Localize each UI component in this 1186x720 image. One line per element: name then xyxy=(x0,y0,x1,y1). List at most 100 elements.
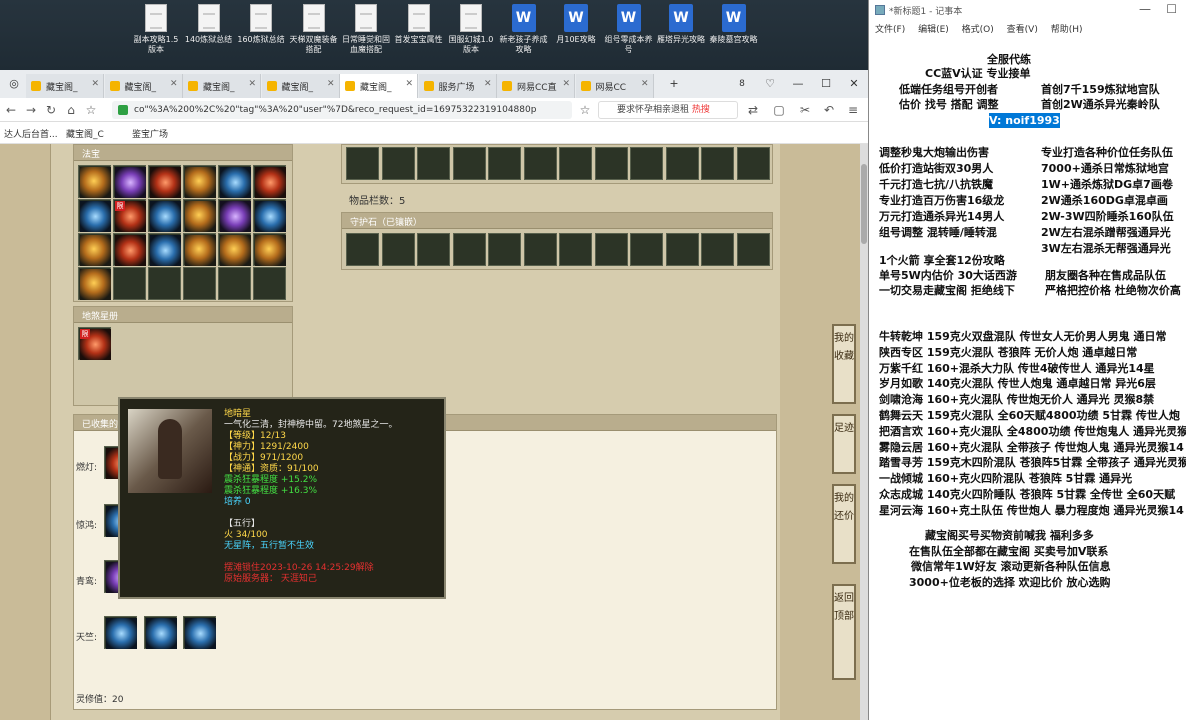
collected-slot[interactable] xyxy=(104,616,137,649)
inventory-slot[interactable] xyxy=(417,147,450,180)
menu-view[interactable]: 查看(V) xyxy=(1007,25,1038,35)
desktop-icon[interactable]: W 雁塔异光攻略 xyxy=(655,4,707,45)
treasure-slot[interactable] xyxy=(78,165,111,198)
collected-slot[interactable] xyxy=(183,616,216,649)
guard-stone-slot[interactable] xyxy=(559,233,592,266)
desktop-icon[interactable]: 160炼狱总结 xyxy=(235,4,287,45)
back-icon[interactable]: ← xyxy=(2,101,20,119)
screenshot-icon[interactable]: ▢ xyxy=(770,101,788,119)
treasure-slot[interactable] xyxy=(78,267,111,300)
desktop-icon[interactable]: 日常睡觉和固血魔搭配 xyxy=(340,4,392,55)
browser-tab[interactable]: 藏宝阁_ ✕ xyxy=(26,74,104,98)
minimize-button[interactable]: — xyxy=(784,70,812,98)
inventory-slot[interactable] xyxy=(701,147,734,180)
menu-file[interactable]: 文件(F) xyxy=(875,25,905,35)
star-icon[interactable]: ☆ xyxy=(82,101,100,119)
bookmark-jianbao[interactable]: 鉴宝广场 xyxy=(132,127,168,140)
desktop-icon[interactable]: 首发宝宝属性 xyxy=(393,4,445,45)
treasure-slot[interactable] xyxy=(218,233,251,266)
inventory-slot[interactable] xyxy=(630,147,663,180)
page-scrollbar[interactable] xyxy=(860,144,868,720)
tab-close-icon[interactable]: ✕ xyxy=(641,79,649,89)
browser-tab[interactable]: 藏宝阁_ ✕ xyxy=(261,74,340,98)
inventory-slot[interactable] xyxy=(523,147,557,180)
guard-stone-slot[interactable] xyxy=(381,233,415,266)
my-favorites-button[interactable]: 我的收藏 xyxy=(832,324,856,404)
treasure-slot[interactable] xyxy=(183,233,216,266)
bookmark-star-icon[interactable]: ☆ xyxy=(576,101,594,119)
desktop-icon[interactable]: W 组号零成本养号 xyxy=(603,4,655,55)
treasure-slot[interactable] xyxy=(113,233,146,266)
guard-stone-slot[interactable] xyxy=(346,233,379,266)
scrollbar-thumb[interactable] xyxy=(861,164,867,244)
treasure-slot[interactable] xyxy=(218,267,251,300)
treasure-slot[interactable] xyxy=(253,267,286,300)
treasure-slot[interactable] xyxy=(183,267,216,300)
tab-close-icon[interactable]: ✕ xyxy=(170,79,178,89)
browser-tab[interactable]: 网易CC ✕ xyxy=(575,74,654,98)
treasure-slot[interactable] xyxy=(78,233,111,266)
new-tab-button[interactable]: + xyxy=(660,70,688,98)
guard-stone-slot[interactable] xyxy=(417,233,450,266)
tab-close-icon[interactable]: ✕ xyxy=(562,79,570,89)
pin-icon[interactable]: ♡ xyxy=(756,70,784,98)
url-input[interactable]: co"%3A%200%2C%20"tag"%3A%20"user"%7D&rec… xyxy=(112,101,572,119)
desktop-icon[interactable]: W 秦陵墓宫攻略 xyxy=(708,4,760,45)
tab-close-icon[interactable]: ✕ xyxy=(327,79,335,89)
menu-format[interactable]: 格式(O) xyxy=(962,25,994,35)
browser-tab[interactable]: 藏宝阁_ ✕ xyxy=(340,74,418,98)
bookmark-cangbaoge[interactable]: 藏宝阁_C xyxy=(66,127,104,140)
forward-icon[interactable]: → xyxy=(22,101,40,119)
treasure-slot[interactable] xyxy=(183,199,216,232)
undo-icon[interactable]: ↶ xyxy=(820,101,838,119)
footprint-button[interactable]: 足迹 xyxy=(832,414,856,474)
reload-icon[interactable]: ↻ xyxy=(42,101,60,119)
browser-tab[interactable]: 藏宝阁_ ✕ xyxy=(183,74,261,98)
treasure-slot[interactable] xyxy=(113,165,146,198)
guard-stone-slot[interactable] xyxy=(736,233,770,266)
inventory-slot[interactable] xyxy=(594,147,628,180)
inventory-slot[interactable] xyxy=(452,147,486,180)
guard-stone-slot[interactable] xyxy=(488,233,521,266)
treasure-slot[interactable] xyxy=(183,165,216,198)
treasure-slot[interactable] xyxy=(253,233,286,266)
tab-close-icon[interactable]: ✕ xyxy=(484,79,492,89)
desktop-icon[interactable]: 副本攻略1.5版本 xyxy=(130,4,182,55)
inventory-slot[interactable] xyxy=(381,147,415,180)
desktop-icon[interactable]: 国服幻城1.0版本 xyxy=(445,4,497,55)
browser-tab[interactable]: 网易CC直 ✕ xyxy=(497,74,575,98)
browser-tab[interactable]: 藏宝阁_ ✕ xyxy=(104,74,183,98)
tab-close-icon[interactable]: ✕ xyxy=(91,79,99,89)
desktop-icon[interactable]: W 新老孩子养成攻略 xyxy=(498,4,550,55)
guard-stone-slot[interactable] xyxy=(665,233,699,266)
desktop-icon[interactable]: 140炼狱总结 xyxy=(183,4,235,45)
close-button[interactable]: ✕ xyxy=(840,70,868,98)
inventory-slot[interactable] xyxy=(665,147,699,180)
treasure-slot[interactable] xyxy=(253,199,286,232)
back-to-top-button[interactable]: 返回顶部 xyxy=(832,584,856,680)
search-input[interactable]: 要求怀孕相亲退租 热搜 xyxy=(598,101,738,119)
treasure-slot[interactable] xyxy=(218,199,251,232)
inventory-slot[interactable] xyxy=(559,147,592,180)
inventory-slot[interactable] xyxy=(736,147,770,180)
inventory-slot[interactable] xyxy=(346,147,379,180)
treasure-slot[interactable] xyxy=(78,199,111,232)
guard-stone-slot[interactable] xyxy=(630,233,663,266)
inventory-slot[interactable] xyxy=(488,147,521,180)
guard-stone-slot[interactable] xyxy=(523,233,557,266)
menu-help[interactable]: 帮助(H) xyxy=(1051,25,1083,35)
notepad-maximize-button[interactable]: ☐ xyxy=(1166,2,1177,16)
treasure-slot[interactable] xyxy=(148,267,181,300)
notepad-minimize-button[interactable]: — xyxy=(1139,2,1151,16)
guard-stone-slot[interactable] xyxy=(452,233,486,266)
tab-count-badge[interactable]: 8 xyxy=(728,70,756,98)
maximize-button[interactable]: ☐ xyxy=(812,70,840,98)
collected-slot[interactable] xyxy=(143,616,177,649)
treasure-slot[interactable]: 限 xyxy=(113,199,146,232)
my-bargain-button[interactable]: 我的还价 xyxy=(832,484,856,564)
tab-close-icon[interactable]: ✕ xyxy=(405,79,413,89)
menu-icon[interactable]: ≡ xyxy=(844,101,862,119)
tab-close-icon[interactable]: ✕ xyxy=(248,79,256,89)
sync-icon[interactable]: ⇄ xyxy=(744,101,762,119)
treasure-slot[interactable] xyxy=(113,267,146,300)
